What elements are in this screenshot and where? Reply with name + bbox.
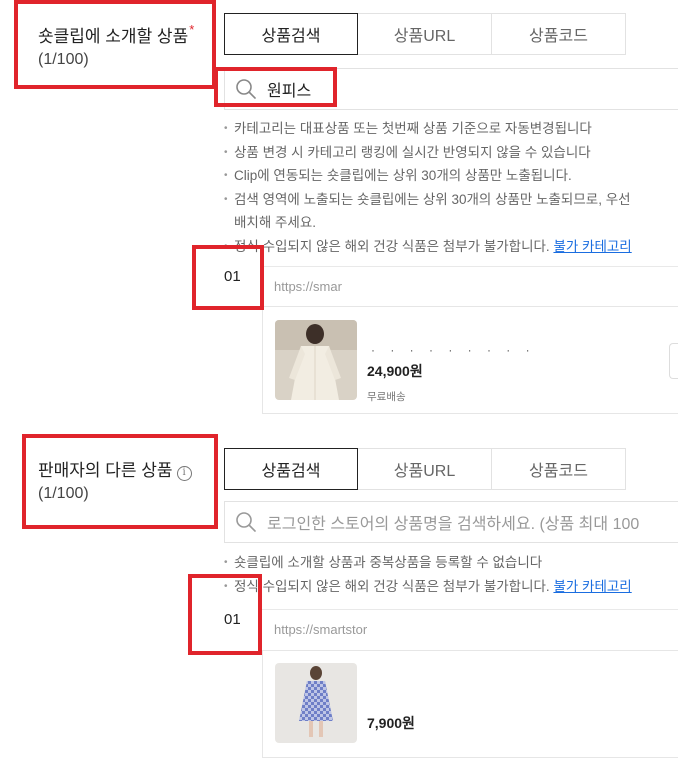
- search-value: 원피스: [267, 83, 312, 100]
- section1-search-input[interactable]: 원피스: [224, 68, 678, 110]
- section2-search-input[interactable]: 로그인한 스토어의 상품명을 검색하세요. (상품 최대 100: [224, 501, 678, 543]
- search-icon: [235, 78, 257, 100]
- note-item: 상품 변경 시 카테고리 랭킹에 실시간 반영되지 않을 수 있습니다: [224, 141, 632, 165]
- product-card[interactable]: 7,900원: [262, 650, 678, 758]
- required-mark: *: [189, 22, 195, 37]
- item-index: 01: [224, 268, 241, 285]
- product-price: 24,900원: [367, 363, 423, 379]
- section2-title: 판매자의 다른 상품 i: [38, 456, 192, 481]
- note-item: 정식 수입되지 않은 해외 건강 식품은 첨부가 불가합니다. 불가 카테고리: [224, 235, 632, 259]
- note-item: 카테고리는 대표상품 또는 첫번째 상품 기준으로 자동변경됩니다: [224, 117, 632, 141]
- section1-count: (1/100): [38, 51, 89, 68]
- product-thumbnail: [275, 663, 357, 743]
- tab-product-search[interactable]: 상품검색: [224, 13, 358, 55]
- note-item: 정식 수입되지 않은 해외 건강 식품은 첨부가 불가합니다. 불가 카테고리: [224, 575, 632, 599]
- section1-tabs: 상품검색 상품URL 상품코드: [224, 13, 626, 55]
- section2-count: (1/100): [38, 485, 89, 502]
- card-action-button[interactable]: [669, 343, 678, 379]
- item-url: https://smartstor: [274, 622, 368, 637]
- restricted-category-link[interactable]: 불가 카테고리: [553, 239, 631, 254]
- section2-tabs: 상품검색 상품URL 상품코드: [224, 448, 626, 490]
- tab-product-url[interactable]: 상품URL: [358, 13, 492, 55]
- highlight-box: [22, 434, 218, 529]
- note-item: Clip에 연동되는 숏클립에는 상위 30개의 상품만 노출됩니다.: [224, 164, 632, 188]
- restricted-category-link[interactable]: 불가 카테고리: [553, 579, 631, 594]
- item-url: https://smar: [274, 279, 342, 294]
- search-placeholder: 로그인한 스토어의 상품명을 검색하세요. (상품 최대 100: [267, 516, 640, 533]
- search-icon: [235, 511, 257, 533]
- section2-notes: 숏클립에 소개할 상품과 중복상품을 등록할 수 없습니다 정식 수입되지 않은…: [224, 551, 632, 598]
- tab-product-code[interactable]: 상품코드: [492, 13, 626, 55]
- product-price: 7,900원: [367, 715, 415, 731]
- item-url-row: https://smar: [262, 266, 678, 306]
- info-icon[interactable]: i: [176, 466, 192, 481]
- item-url-row: https://smartstor: [262, 609, 678, 649]
- note-item-continued: 배치해 주세요.: [234, 215, 317, 230]
- product-card[interactable]: · · · · · · · · · 24,900원 무료배송: [262, 306, 678, 414]
- item-index: 01: [224, 611, 241, 628]
- tab-product-search[interactable]: 상품검색: [224, 448, 358, 490]
- tab-product-code[interactable]: 상품코드: [492, 448, 626, 490]
- tab-product-url[interactable]: 상품URL: [358, 448, 492, 490]
- product-thumbnail: [275, 320, 357, 400]
- product-name: · · · · · · · · ·: [371, 343, 536, 357]
- note-item: 검색 영역에 노출되는 숏클립에는 상위 30개의 상품만 노출되므로, 우선: [224, 188, 632, 212]
- section1-title: 숏클립에 소개할 상품*: [38, 22, 195, 46]
- section1-notes: 카테고리는 대표상품 또는 첫번째 상품 기준으로 자동변경됩니다 상품 변경 …: [224, 117, 632, 258]
- note-item: 숏클립에 소개할 상품과 중복상품을 등록할 수 없습니다: [224, 551, 632, 575]
- shipping-label: 무료배송: [367, 391, 406, 403]
